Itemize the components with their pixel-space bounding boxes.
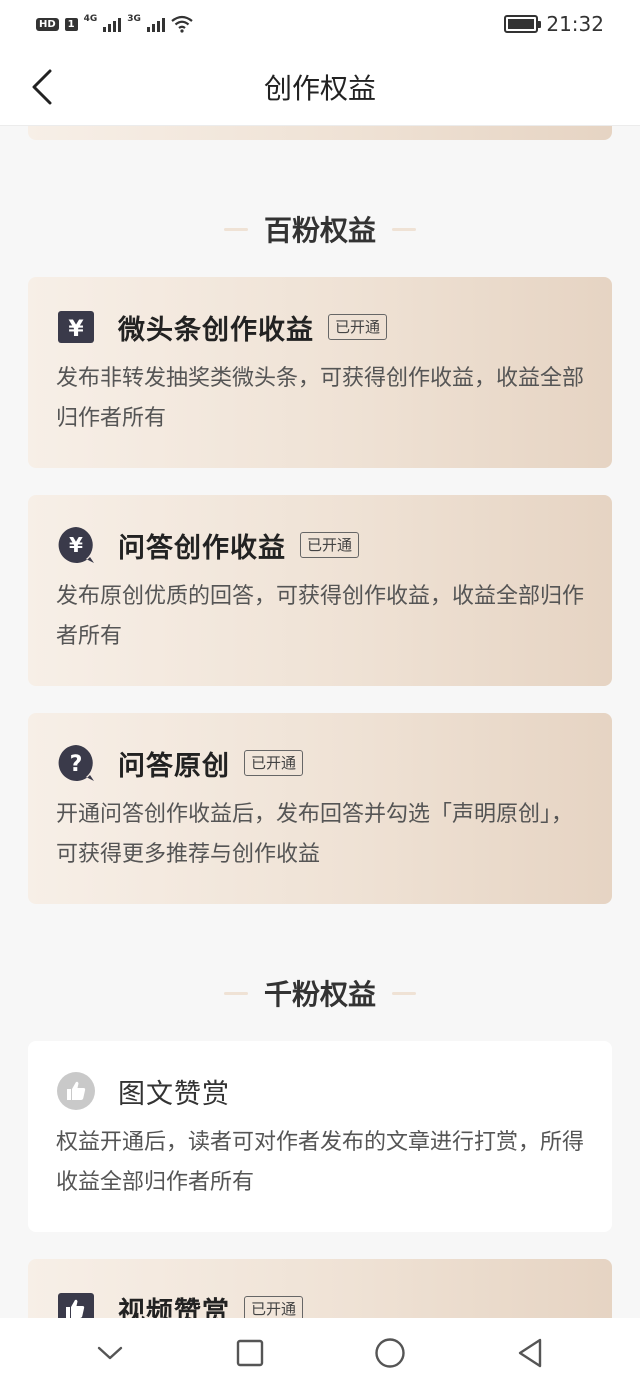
wifi-icon <box>171 15 193 33</box>
card-description: 权益开通后，读者可对作者发布的文章进行打赏，所得收益全部归作者所有 <box>56 1130 585 1195</box>
status-badge: 已开通 <box>300 532 360 558</box>
card-title: 问答创作收益 <box>118 532 286 564</box>
benefit-card-weitoutiao[interactable]: ¥ 微头条创作收益 已开通 发布非转发抽奖类微头条，可获得创作收益，收益全部归作… <box>28 277 612 468</box>
back-button[interactable] <box>22 66 62 108</box>
triangle-back-icon <box>518 1338 542 1367</box>
benefit-card-wenda-original[interactable]: ? 问答原创 已开通 开通问答创作收益后，发布回答并勾选「声明原创」，可获得更多… <box>28 713 612 904</box>
card-description: 开通问答创作收益后，发布回答并勾选「声明原创」，可获得更多推荐与创作收益 <box>56 802 574 867</box>
section-title-baifen: 百粉权益 <box>0 209 640 249</box>
divider <box>223 227 248 231</box>
svg-text:?: ? <box>70 752 83 777</box>
nav-recents-button[interactable] <box>220 1323 280 1383</box>
nav-home-button[interactable] <box>360 1323 420 1383</box>
svg-text:¥: ¥ <box>69 533 83 557</box>
status-badge: 已开通 <box>244 1296 304 1318</box>
network-type-1: 4G <box>83 14 98 24</box>
chevron-down-icon <box>97 1346 123 1359</box>
clock: 21:32 <box>546 12 604 36</box>
network-type-2: 3G <box>127 14 141 24</box>
previous-card-partial <box>28 126 612 140</box>
card-title: 图文赞赏 <box>118 1078 230 1110</box>
benefit-card-video-reward[interactable]: 视频赞赏 已开通 <box>28 1259 612 1318</box>
yen-bubble-icon: ¥ <box>56 525 96 565</box>
status-badge: 已开通 <box>244 750 304 776</box>
section-title-text: 百粉权益 <box>263 214 376 247</box>
card-description: 发布非转发抽奖类微头条，可获得创作收益，收益全部归作者所有 <box>56 366 585 431</box>
svg-text:¥: ¥ <box>68 317 84 342</box>
status-right: 21:32 <box>504 12 604 36</box>
status-badge: 已开通 <box>328 314 388 340</box>
benefit-card-wenda-income[interactable]: ¥ 问答创作收益 已开通 发布原创优质的回答，可获得创作收益，收益全部归作者所有 <box>28 495 612 686</box>
divider <box>392 991 416 995</box>
question-bubble-icon: ? <box>56 743 96 783</box>
divider <box>223 991 248 995</box>
sim-badge: 1 <box>64 17 78 31</box>
yen-square-icon: ¥ <box>56 307 96 347</box>
hd-badge: HD <box>36 17 59 31</box>
section-title-qianfen: 千粉权益 <box>0 973 640 1013</box>
thumbs-up-square-icon <box>56 1289 96 1318</box>
chevron-left-icon <box>32 69 52 105</box>
nav-collapse-button[interactable] <box>80 1323 140 1383</box>
signal-icon-2 <box>146 16 165 32</box>
card-title: 问答原创 <box>118 750 230 782</box>
card-description: 发布原创优质的回答，可获得创作收益，收益全部归作者所有 <box>56 584 585 649</box>
circle-icon <box>375 1337 405 1368</box>
header: 创作权益 <box>0 48 640 126</box>
square-icon <box>236 1339 264 1366</box>
content: 百粉权益 ¥ 微头条创作收益 已开通 发布非转发抽奖类微头条，可获得创作收益，收… <box>0 126 640 1318</box>
page-title: 创作权益 <box>263 71 376 105</box>
nav-back-button[interactable] <box>500 1323 560 1383</box>
card-title: 视频赞赏 <box>118 1296 230 1319</box>
card-title: 微头条创作收益 <box>118 314 314 346</box>
section-title-text: 千粉权益 <box>263 978 376 1011</box>
status-bar: HD 1 4G 3G 21:32 <box>0 0 640 48</box>
thumbs-up-circle-icon <box>56 1071 96 1111</box>
benefit-card-tuwen-reward[interactable]: 图文赞赏 权益开通后，读者可对作者发布的文章进行打赏，所得收益全部归作者所有 <box>28 1041 612 1232</box>
divider <box>392 227 416 231</box>
battery-icon <box>504 15 542 33</box>
status-left: HD 1 4G 3G <box>36 15 193 33</box>
system-nav-bar <box>0 1318 640 1387</box>
signal-icon <box>103 16 122 32</box>
